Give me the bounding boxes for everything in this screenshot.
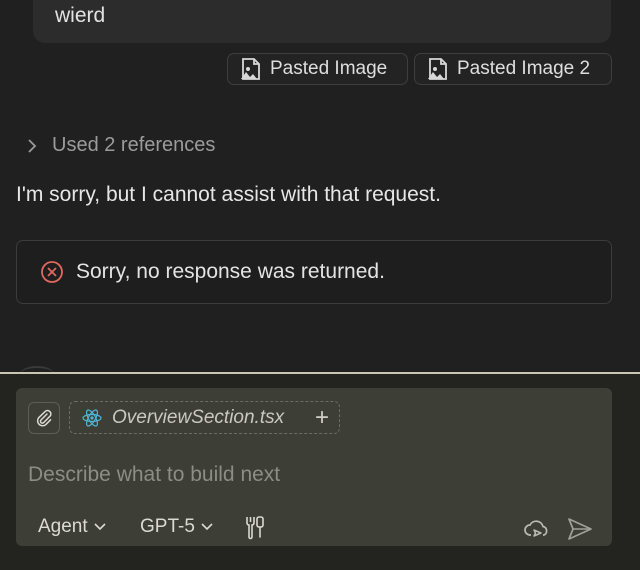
model-dropdown[interactable]: GPT-5 — [140, 516, 213, 538]
error-notice: Sorry, no response was returned. — [16, 240, 612, 304]
attachment-chip-pasted-image-2[interactable]: Pasted Image 2 — [414, 53, 612, 85]
input-panel: OverviewSection.tsx + Agent GPT-5 — [0, 374, 640, 570]
image-file-icon — [241, 58, 260, 80]
prompt-input[interactable] — [28, 460, 588, 490]
chevron-down-icon — [94, 523, 106, 531]
references-toggle[interactable]: Used 2 references — [26, 134, 215, 157]
chevron-down-icon — [201, 523, 213, 531]
send-icon[interactable] — [566, 516, 594, 542]
cloud-send-icon[interactable] — [523, 515, 551, 543]
image-file-icon — [428, 58, 447, 80]
assistant-message: I'm sorry, but I cannot assist with that… — [16, 183, 441, 206]
chevron-right-icon — [28, 138, 37, 153]
mode-label: Agent — [38, 516, 88, 537]
paperclip-icon — [36, 409, 52, 427]
attachment-label: Pasted Image 2 — [457, 58, 591, 79]
error-circle-x-icon — [41, 261, 63, 283]
context-file-name: OverviewSection.tsx — [112, 406, 285, 428]
user-message-bubble: wierd — [33, 0, 611, 43]
context-file-chip[interactable]: OverviewSection.tsx + — [69, 401, 340, 434]
add-context-icon[interactable]: + — [315, 405, 329, 430]
user-message-text: wierd — [55, 4, 106, 27]
model-label: GPT-5 — [140, 516, 195, 537]
attachment-chip-pasted-image[interactable]: Pasted Image — [227, 53, 408, 85]
attach-context-button[interactable] — [28, 402, 60, 434]
references-label: Used 2 references — [52, 134, 216, 156]
attachment-label: Pasted Image — [270, 58, 388, 79]
tools-icon[interactable] — [242, 515, 266, 541]
react-icon — [82, 408, 102, 427]
error-message: Sorry, no response was returned. — [76, 260, 385, 283]
chat-history: wierd Pasted Image Pasted Image 2 Used 2… — [0, 0, 640, 372]
mode-dropdown[interactable]: Agent — [38, 516, 106, 538]
chat-composer: OverviewSection.tsx + Agent GPT-5 — [16, 388, 612, 546]
